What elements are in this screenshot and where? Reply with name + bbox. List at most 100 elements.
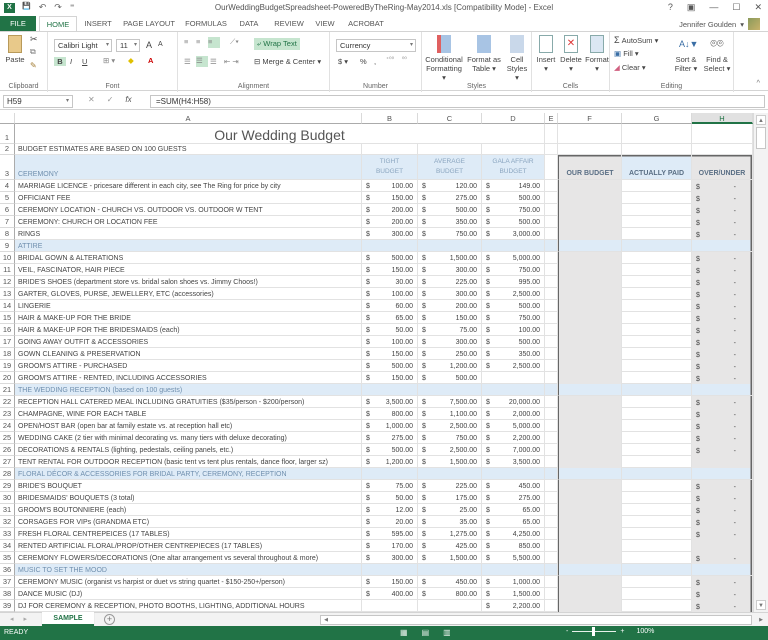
cell-e[interactable] bbox=[545, 420, 558, 432]
gala-budget-cell[interactable]: $4,250.00 bbox=[482, 528, 545, 540]
page-layout-view-icon[interactable]: ▤ bbox=[422, 628, 430, 637]
section-cell[interactable] bbox=[418, 468, 482, 480]
our-budget-cell[interactable] bbox=[558, 552, 622, 564]
align-left-icon[interactable]: ☰ bbox=[184, 57, 191, 66]
gala-budget-cell[interactable]: $750.00 bbox=[482, 204, 545, 216]
section-cell[interactable] bbox=[692, 468, 753, 480]
average-budget-cell[interactable]: $250.00 bbox=[418, 348, 482, 360]
actually-paid-cell[interactable] bbox=[622, 408, 692, 420]
item-label[interactable]: TENT RENTAL FOR OUTDOOR RECEPTION (basic… bbox=[15, 456, 362, 468]
average-budget-cell[interactable]: $75.00 bbox=[418, 324, 482, 336]
tight-budget-cell[interactable]: $800.00 bbox=[362, 408, 418, 420]
sort-filter-button[interactable]: A↓▼ Sort & Filter ▾ bbox=[672, 35, 700, 73]
row-header[interactable]: 23 bbox=[0, 408, 15, 420]
name-box[interactable]: H59 ▾ bbox=[3, 95, 73, 108]
average-budget-cell[interactable]: $500.00 bbox=[418, 372, 482, 384]
column-header-d[interactable]: D bbox=[482, 113, 545, 124]
grow-font-button[interactable]: A bbox=[146, 40, 152, 50]
tab-view[interactable]: VIEW bbox=[314, 16, 336, 32]
cell-styles-button[interactable]: Cell Styles ▾ bbox=[504, 35, 530, 82]
paste-button[interactable]: Paste bbox=[4, 35, 26, 64]
cut-icon[interactable]: ✂ bbox=[30, 34, 38, 45]
cell-e[interactable] bbox=[545, 492, 558, 504]
over-under-cell[interactable]: $ - bbox=[692, 264, 753, 276]
section-label[interactable]: ATTIRE bbox=[15, 240, 362, 252]
row-header[interactable]: 18 bbox=[0, 348, 15, 360]
average-budget-cell[interactable]: $450.00 bbox=[418, 576, 482, 588]
gala-budget-cell[interactable]: $149.00 bbox=[482, 180, 545, 192]
next-sheet-icon[interactable]: ▸ bbox=[24, 615, 28, 623]
actually-paid-cell[interactable] bbox=[622, 432, 692, 444]
our-budget-cell[interactable] bbox=[558, 420, 622, 432]
over-under-cell[interactable]: $ - bbox=[692, 372, 753, 384]
decrease-decimal-button[interactable]: ⁰⁰ bbox=[402, 56, 407, 63]
row-header[interactable]: 16 bbox=[0, 324, 15, 336]
average-budget-cell[interactable]: $300.00 bbox=[418, 336, 482, 348]
budget-note[interactable]: BUDGET ESTIMATES ARE BASED ON 100 GUESTS bbox=[15, 144, 362, 155]
section-cell[interactable] bbox=[482, 384, 545, 396]
cell-e[interactable] bbox=[545, 528, 558, 540]
average-budget-cell[interactable]: $25.00 bbox=[418, 504, 482, 516]
scroll-right-arrow[interactable]: ▶ bbox=[757, 616, 765, 624]
section-cell[interactable] bbox=[482, 240, 545, 252]
item-label[interactable]: HAIR & MAKE-UP FOR THE BRIDESMAIDS (each… bbox=[15, 324, 362, 336]
section-cell[interactable] bbox=[418, 240, 482, 252]
gala-budget-cell[interactable]: $3,000.00 bbox=[482, 228, 545, 240]
cell-e[interactable] bbox=[545, 312, 558, 324]
cell-e[interactable] bbox=[545, 324, 558, 336]
column-header-e[interactable]: E bbox=[545, 113, 558, 124]
actually-paid-cell[interactable] bbox=[622, 360, 692, 372]
row-header[interactable]: 14 bbox=[0, 300, 15, 312]
percent-button[interactable]: % bbox=[360, 57, 367, 66]
cell-e[interactable] bbox=[545, 216, 558, 228]
cell-d2[interactable] bbox=[482, 144, 545, 155]
cell-f2[interactable] bbox=[558, 144, 622, 155]
section-cell[interactable] bbox=[482, 564, 545, 576]
item-label[interactable]: RENTED ARTIFICIAL FLORAL/PROP/OTHER CENT… bbox=[15, 540, 362, 552]
cell-e[interactable] bbox=[545, 504, 558, 516]
zoom-level[interactable]: 100% bbox=[636, 628, 654, 635]
item-label[interactable]: CORSAGES FOR VIPs (GRANDMA ETC) bbox=[15, 516, 362, 528]
item-label[interactable]: CEREMONY LOCATION - CHURCH VS. OUTDOOR V… bbox=[15, 204, 362, 216]
close-button[interactable]: ✕ bbox=[754, 2, 762, 13]
our-budget-cell[interactable] bbox=[558, 444, 622, 456]
column-header-a[interactable]: A bbox=[15, 113, 362, 124]
cell-e[interactable] bbox=[545, 228, 558, 240]
over-under-cell[interactable]: $ - bbox=[692, 192, 753, 204]
tight-budget-cell[interactable]: $150.00 bbox=[362, 372, 418, 384]
row-header[interactable]: 3 bbox=[0, 155, 15, 180]
actually-paid-cell[interactable] bbox=[622, 192, 692, 204]
our-budget-cell[interactable] bbox=[558, 504, 622, 516]
average-budget-cell[interactable]: $425.00 bbox=[418, 540, 482, 552]
our-budget-cell[interactable] bbox=[558, 408, 622, 420]
tight-budget-cell[interactable]: $500.00 bbox=[362, 252, 418, 264]
format-painter-icon[interactable]: ✎ bbox=[30, 61, 37, 70]
row-header[interactable]: 26 bbox=[0, 444, 15, 456]
actually-paid-cell[interactable] bbox=[622, 204, 692, 216]
gala-budget-cell[interactable]: $1,000.00 bbox=[482, 576, 545, 588]
our-budget-cell[interactable] bbox=[558, 300, 622, 312]
section-cell[interactable] bbox=[418, 564, 482, 576]
gala-budget-cell[interactable]: $20,000.00 bbox=[482, 396, 545, 408]
our-budget-cell[interactable] bbox=[558, 576, 622, 588]
average-budget-cell[interactable]: $300.00 bbox=[418, 264, 482, 276]
insert-cells-button[interactable]: Insert ▾ bbox=[534, 35, 558, 73]
cell-e[interactable] bbox=[545, 552, 558, 564]
row-header[interactable]: 12 bbox=[0, 276, 15, 288]
item-label[interactable]: BRIDE'S BOUQUET bbox=[15, 480, 362, 492]
maximize-button[interactable]: ☐ bbox=[732, 2, 740, 13]
over-under-cell[interactable]: $ - bbox=[692, 336, 753, 348]
average-budget-cell[interactable]: $1,500.00 bbox=[418, 552, 482, 564]
average-budget-cell[interactable]: $2,500.00 bbox=[418, 444, 482, 456]
item-label[interactable]: BRIDAL GOWN & ALTERATIONS bbox=[15, 252, 362, 264]
column-header-g[interactable]: G bbox=[622, 113, 692, 124]
over-under-cell[interactable]: $ - bbox=[692, 516, 753, 528]
over-under-cell[interactable]: $ - bbox=[692, 312, 753, 324]
gala-budget-cell[interactable]: $5,500.00 bbox=[482, 552, 545, 564]
our-budget-cell[interactable] bbox=[558, 324, 622, 336]
select-all-corner[interactable] bbox=[0, 113, 15, 124]
average-budget-cell[interactable]: $300.00 bbox=[418, 288, 482, 300]
tab-page-layout[interactable]: PAGE LAYOUT bbox=[121, 16, 177, 32]
actually-paid-cell[interactable] bbox=[622, 600, 692, 612]
cell-e[interactable] bbox=[545, 360, 558, 372]
